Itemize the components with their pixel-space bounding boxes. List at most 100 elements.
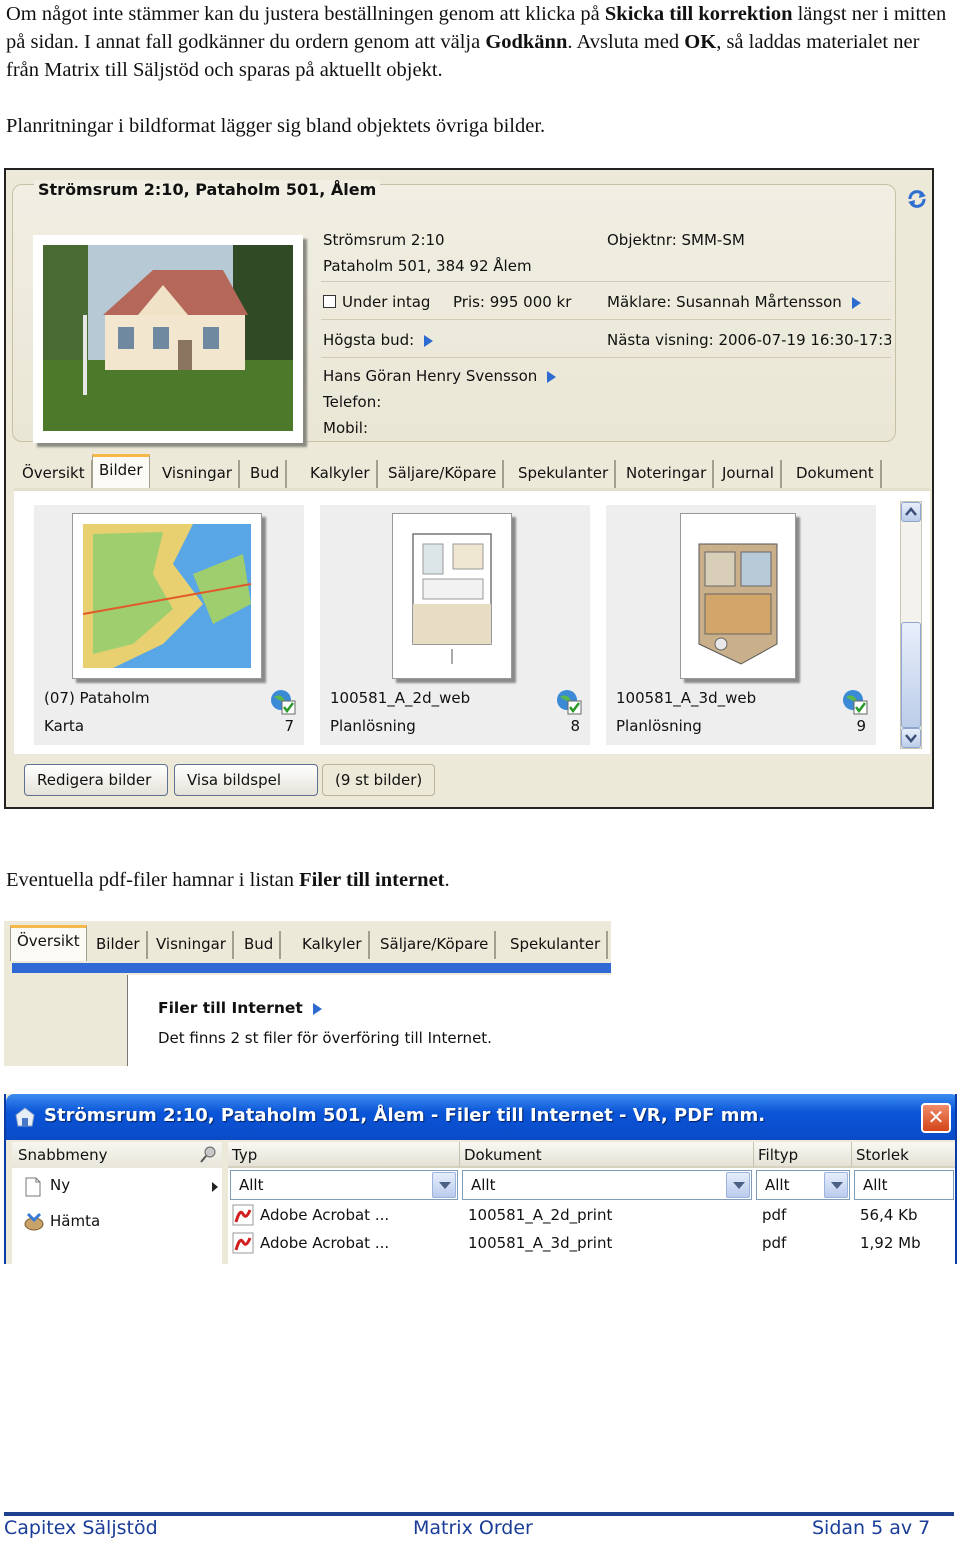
tab-visningar[interactable]: Visningar [156, 460, 240, 488]
new-document-icon [25, 1177, 41, 1197]
object-summary-panel: Strömsrum 2:10 Pataholm 501, 384 92 Ålem… [12, 184, 896, 443]
filter-filtyp[interactable]: Allt [756, 1170, 850, 1200]
image-card[interactable]: 100581_A_2d_web Planlösning 8 [320, 505, 590, 745]
scroll-up-button[interactable] [901, 502, 921, 522]
object-window-screenshot: Strömsrum 2:10 Pataholm 501, 384 92 Ålem… [4, 168, 934, 809]
globe-check-icon [271, 690, 296, 715]
tab-bilder[interactable]: Bilder [90, 931, 148, 959]
tab-saljare-kopare[interactable]: Säljare/Köpare [374, 931, 497, 959]
floorplan-2d-thumbnail[interactable] [392, 513, 512, 679]
floorplan-3d-thumbnail[interactable] [680, 513, 796, 679]
column-header-storlek[interactable]: Storlek [852, 1142, 955, 1168]
gallery-toolbar: Redigera bilder Visa bildspel (9 st bild… [14, 756, 930, 802]
image-category: Karta [44, 717, 85, 735]
checkbox-box[interactable] [323, 295, 336, 308]
skicka-till-korrektion-term: Skicka till korrektion [604, 3, 793, 25]
quick-menu-sidebar: Snabbmeny Ny Hämta [12, 1142, 222, 1264]
tab-bud[interactable]: Bud [244, 460, 288, 488]
divider [321, 319, 891, 320]
filter-storlek[interactable]: Allt [854, 1170, 954, 1200]
image-card[interactable]: (07) Pataholm Karta 7 [34, 505, 304, 745]
tab-journal[interactable]: Journal [716, 460, 782, 488]
tab-spekulanter[interactable]: Spekulanter [504, 931, 609, 959]
godkann-term: Godkänn [485, 31, 568, 53]
overview-tab-screenshot: Översikt Bilder Visningar Bud Kalkyler S… [4, 921, 611, 1066]
quick-menu-header: Snabbmeny [12, 1142, 222, 1168]
image-category: Planlösning [330, 717, 416, 735]
chevron-down-icon[interactable] [726, 1172, 750, 1198]
menu-item-hamta[interactable]: Hämta [18, 1208, 222, 1236]
close-button[interactable]: ✕ [921, 1103, 951, 1133]
arrow-right-icon [851, 296, 861, 309]
phone-label: Telefon: [323, 393, 382, 411]
agent-link[interactable]: Mäklare: Susannah Mårtensson [607, 293, 861, 311]
tab-saljare-kopare[interactable]: Säljare/Köpare [382, 460, 505, 488]
ok-term: OK [684, 31, 717, 53]
tab-noteringar[interactable]: Noteringar [620, 460, 715, 488]
tab-visningar[interactable]: Visningar [150, 931, 234, 959]
tab-oversikt[interactable]: Översikt [10, 925, 87, 961]
app-icon [15, 1107, 35, 1127]
menu-item-ny[interactable]: Ny [18, 1172, 222, 1200]
files-window-screenshot: Strömsrum 2:10, Pataholm 501, Ålem - Fil… [4, 1094, 957, 1264]
tab-content-header-bar [12, 963, 611, 973]
fetch-icon [24, 1212, 44, 1231]
tab-bud[interactable]: Bud [238, 931, 282, 959]
tab-oversikt[interactable]: Översikt [16, 460, 93, 488]
footer-rule [4, 1512, 954, 1516]
image-card[interactable]: 100581_A_3d_web Planlösning 9 [606, 505, 876, 745]
highest-bid-link[interactable]: Högsta bud: [323, 331, 434, 349]
chevron-up-icon [905, 507, 917, 516]
cell-dokument: 100581_A_2d_print [468, 1206, 613, 1224]
scroll-down-button[interactable] [901, 728, 921, 748]
divider [321, 357, 891, 358]
house-photo [43, 245, 293, 431]
cell-filtyp: pdf [762, 1234, 787, 1252]
pin-icon[interactable] [198, 1145, 218, 1165]
contact-link[interactable]: Hans Göran Henry Svensson [323, 367, 557, 385]
cell-typ: Adobe Acrobat ... [260, 1234, 390, 1252]
cell-dokument: 100581_A_3d_print [468, 1234, 613, 1252]
map-thumbnail[interactable] [72, 513, 262, 679]
column-header-typ[interactable]: Typ [228, 1142, 460, 1168]
chevron-down-icon[interactable] [824, 1172, 848, 1198]
footer-left: Capitex Säljstöd [4, 1517, 158, 1539]
column-header-dokument[interactable]: Dokument [460, 1142, 754, 1168]
under-intag-checkbox[interactable]: Under intag [323, 293, 430, 311]
object-name: Strömsrum 2:10 [323, 231, 445, 249]
globe-check-icon [557, 690, 582, 715]
panel-title: Strömsrum 2:10, Pataholm 501, Ålem [34, 180, 381, 199]
close-icon: ✕ [927, 1105, 945, 1129]
refresh-icon[interactable] [906, 188, 928, 210]
scroll-thumb[interactable] [901, 622, 921, 728]
floorplan-paragraph: Planritningar i bildformat lägger sig bl… [6, 115, 546, 137]
vertical-scrollbar[interactable] [900, 501, 922, 749]
pdf-icon [232, 1204, 254, 1226]
column-header-filtyp[interactable]: Filtyp [754, 1142, 852, 1168]
files-to-internet-link[interactable]: Filer till Internet [158, 999, 322, 1017]
arrow-right-icon [312, 1002, 322, 1015]
tab-bilder[interactable]: Bilder [92, 454, 150, 488]
price: Pris: 995 000 kr [453, 293, 572, 311]
slideshow-button[interactable]: Visa bildspel [174, 764, 318, 796]
object-photo-frame [33, 235, 303, 443]
tab-dokument[interactable]: Dokument [790, 460, 882, 488]
files-to-internet-message: Det finns 2 st filer för överföring till… [158, 1029, 492, 1047]
footer-center: Matrix Order [413, 1517, 533, 1539]
image-title: 100581_A_2d_web [330, 689, 471, 707]
pdf-paragraph: Eventuella pdf-filer hamnar i listan Fil… [6, 869, 450, 891]
chevron-down-icon [905, 734, 917, 743]
tab-spekulanter[interactable]: Spekulanter [512, 460, 617, 488]
object-address: Pataholm 501, 384 92 Ålem [323, 257, 532, 275]
image-number: 9 [856, 717, 866, 735]
arrow-right-icon [547, 370, 557, 383]
filter-typ[interactable]: Allt [230, 1170, 458, 1200]
tab-kalkyler[interactable]: Kalkyler [296, 931, 370, 959]
divider [321, 281, 891, 282]
overview-content: Filer till Internet Det finns 2 st filer… [14, 975, 611, 1066]
edit-images-button[interactable]: Redigera bilder [24, 764, 168, 796]
chevron-down-icon[interactable] [432, 1172, 456, 1198]
tab-kalkyler[interactable]: Kalkyler [304, 460, 378, 488]
next-showing: Nästa visning: 2006-07-19 16:30-17:30 [607, 331, 891, 349]
filter-dokument[interactable]: Allt [462, 1170, 752, 1200]
